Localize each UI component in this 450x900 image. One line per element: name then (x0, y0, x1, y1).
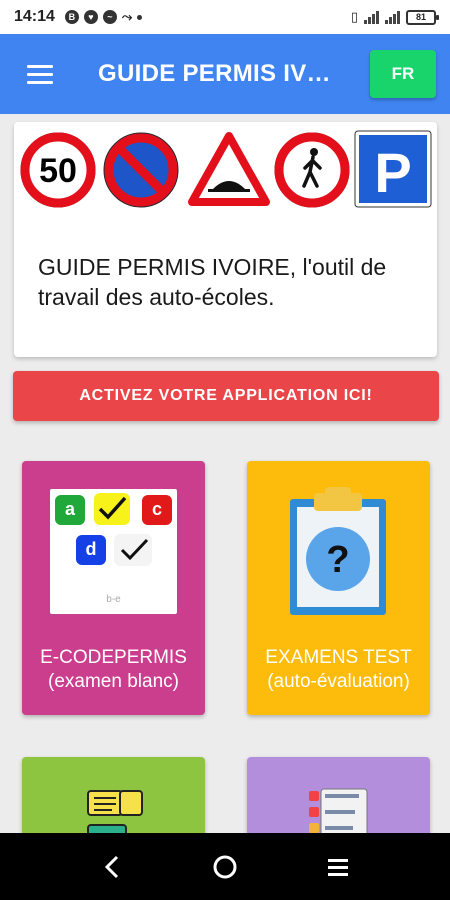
option-b-checked (94, 493, 130, 525)
intro-card: 50 P GUIDE PERMIS IVOIRE, l'outil de tra… (14, 122, 437, 357)
app-screen: 14:14 B ♥ ~ ⤳ ▯ 81 GUIDE PERMIS IVOIRE F… (0, 0, 450, 900)
tile-checklist[interactable] (247, 757, 430, 837)
back-button[interactable] (82, 842, 142, 892)
speed-bump-warning-sign-icon (188, 132, 270, 206)
missed-call-icon: ⤳ (121, 9, 133, 24)
menu-icon[interactable] (10, 44, 70, 104)
parking-sign-icon: P (354, 130, 432, 208)
home-button[interactable] (195, 842, 255, 892)
chat-notification-icon: ♥ (83, 10, 98, 24)
no-pedestrians-sign-icon (274, 132, 350, 208)
quiz-image-footer: b-e (106, 594, 121, 605)
check-icon (98, 496, 127, 520)
home-circle-icon (213, 855, 237, 878)
messenger-notification-icon: ~ (102, 10, 117, 24)
checklist-icon (309, 788, 368, 837)
option-e-checked (114, 534, 152, 566)
status-bar: 14:14 B ♥ ~ ⤳ ▯ 81 (0, 0, 450, 34)
speed-limit-sign-icon: 50 (20, 132, 96, 208)
check-icon (120, 538, 149, 561)
language-button[interactable]: FR (370, 50, 436, 98)
option-c-badge: c (142, 495, 172, 525)
app-title: GUIDE PERMIS IVOIRE (98, 60, 333, 87)
app-bar: GUIDE PERMIS IVOIRE FR (0, 34, 450, 114)
quiz-answers-image: a c d b-e (50, 489, 177, 614)
recents-lines-icon (328, 858, 349, 876)
back-chevron-icon (104, 855, 118, 878)
tile-examens-test-title: EXAMENS TEST (265, 647, 412, 668)
parking-letter: P (374, 141, 411, 204)
recents-button[interactable] (308, 842, 368, 892)
status-time: 14:14 (14, 8, 55, 25)
system-icons: ▯ 81 (350, 9, 439, 25)
vibrate-icon: ▯ (350, 9, 358, 24)
svg-text:?: ? (326, 539, 349, 581)
system-navigation-bar (0, 833, 450, 900)
documents-icon (87, 790, 143, 837)
option-d-badge: d (76, 535, 106, 565)
clipboard-question-icon: ? (290, 487, 386, 615)
intro-text: GUIDE PERMIS IVOIRE, l'outil de travail … (38, 254, 387, 310)
tile-e-codepermis-subtitle: (examen blanc) (48, 671, 179, 692)
activate-app-button[interactable]: ACTIVEZ VOTRE APPLICATION ICI! (13, 371, 439, 421)
speed-limit-value: 50 (39, 152, 77, 190)
b-notification-icon: B (64, 10, 79, 24)
signal-2-icon (385, 10, 400, 24)
notification-icons: B ♥ ~ ⤳ (64, 9, 143, 25)
option-a-badge: a (55, 495, 85, 525)
more-notifications-icon (137, 14, 143, 20)
tile-examens-test-subtitle: (auto-évaluation) (267, 671, 410, 692)
tile-examens-test[interactable]: ? EXAMENS TEST (auto-évaluation) (247, 461, 430, 715)
signal-1-icon (364, 10, 379, 24)
tile-documents[interactable] (22, 757, 205, 837)
no-parking-sign-icon (103, 132, 179, 208)
tile-e-codepermis-title: E-CODEPERMIS (40, 647, 187, 668)
road-signs-banner: 50 P (18, 128, 434, 210)
battery-icon: 81 (406, 9, 439, 25)
tile-e-codepermis[interactable]: a c d b-e E-CODEPERMIS (examen blanc) (22, 461, 205, 715)
